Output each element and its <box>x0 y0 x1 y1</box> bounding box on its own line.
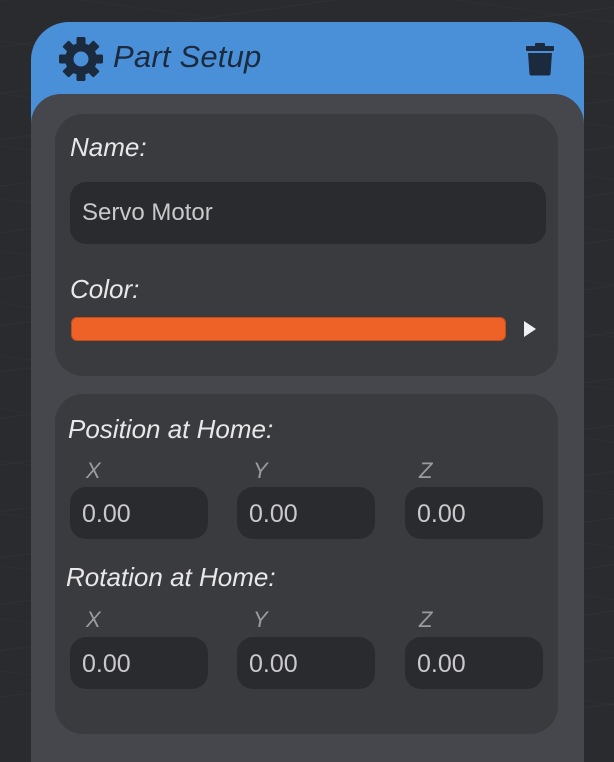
panel-header: Part Setup <box>31 22 584 94</box>
position-z-field[interactable]: 0.00 <box>405 487 543 539</box>
rotation-x-label: X <box>86 607 101 632</box>
color-swatch[interactable] <box>71 317 506 341</box>
panel-title: Part Setup <box>113 39 262 74</box>
home-transform-card: Position at Home: X Y Z 0.00 0.00 0.00 R… <box>55 394 558 734</box>
gear-icon[interactable] <box>57 35 105 83</box>
name-label: Name: <box>70 132 147 162</box>
rotation-x-field[interactable]: 0.00 <box>70 637 208 689</box>
color-label: Color: <box>70 274 140 304</box>
position-y-label: Y <box>253 458 268 483</box>
rotation-z-field[interactable]: 0.00 <box>405 637 543 689</box>
part-setup-panel: Part Setup Name: Servo Motor Color: Posi… <box>31 22 584 762</box>
play-icon[interactable] <box>523 320 537 338</box>
name-field[interactable]: Servo Motor <box>70 182 546 244</box>
position-x-label: X <box>86 458 101 483</box>
trash-icon[interactable] <box>525 42 555 76</box>
position-z-label: Z <box>419 458 433 483</box>
rotation-z-label: Z <box>419 607 433 632</box>
position-y-field[interactable]: 0.00 <box>237 487 375 539</box>
position-x-field[interactable]: 0.00 <box>70 487 208 539</box>
name-color-card: Name: Servo Motor Color: <box>55 114 558 376</box>
position-label: Position at Home: <box>68 414 274 444</box>
rotation-label: Rotation at Home: <box>66 562 276 592</box>
panel-body: Name: Servo Motor Color: Position at Hom… <box>31 94 584 762</box>
rotation-y-label: Y <box>253 607 268 632</box>
rotation-y-field[interactable]: 0.00 <box>237 637 375 689</box>
